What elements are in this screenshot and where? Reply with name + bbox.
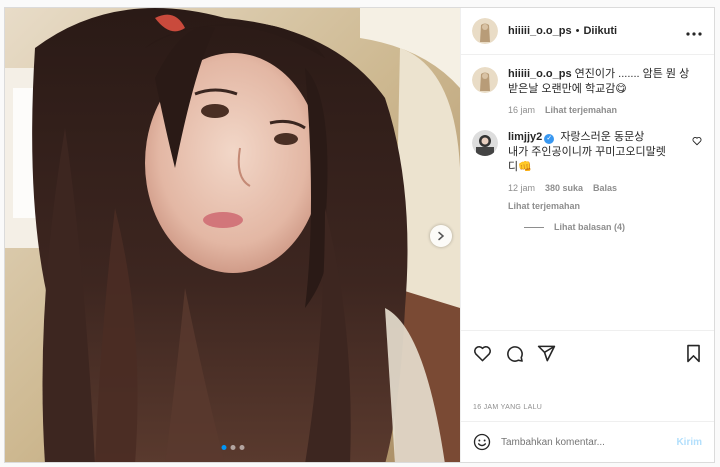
post-header: hiiiii_o.o_ps • Diikuti	[461, 8, 714, 55]
post-modal: hiiiii_o.o_ps • Diikuti hiiiii_o.o_ps 연진…	[4, 7, 715, 463]
chevron-right-icon	[436, 231, 446, 241]
reply-button[interactable]: Balas	[593, 181, 617, 196]
avatar[interactable]	[472, 130, 498, 156]
comment-likes[interactable]: 380 suka	[545, 181, 583, 196]
comment-time[interactable]: 12 jam	[508, 181, 535, 196]
view-replies-label: Lihat balasan (4)	[554, 222, 626, 232]
caption-time[interactable]: 16 jam	[508, 103, 535, 118]
see-translation-link[interactable]: Lihat terjemahan	[545, 103, 617, 118]
comment-text-line: 내가 주인공이니까 꾸미고오디말렛	[508, 146, 666, 158]
slide-dot	[230, 445, 235, 450]
header-separator: •	[575, 25, 580, 37]
more-horizontal-icon	[686, 32, 702, 36]
heart-outline-icon	[692, 136, 702, 146]
comment-item: limjjy2 ✓ 자랑스러운 동문상 내가 주인공이니까 꾸미고오디말렛 디👊 …	[472, 130, 702, 214]
emoji-icon	[473, 433, 491, 451]
comment-text-line: 자랑스러운 동문상	[560, 131, 645, 143]
slide-dot	[221, 445, 226, 450]
emoji-button[interactable]	[473, 433, 491, 451]
caption-meta: 16 jam Lihat terjemahan	[508, 103, 702, 118]
post-photo	[5, 8, 460, 462]
comments-list: hiiiii_o.o_ps 연진이가 ....... 암튼 뭔 상 받은날 오랜…	[461, 55, 714, 330]
next-slide-button[interactable]	[430, 225, 452, 247]
like-button[interactable]	[473, 344, 492, 363]
comment-text-line: 디👊	[508, 161, 532, 173]
send-comment-button[interactable]: Kirim	[676, 437, 702, 448]
view-replies-button[interactable]: Lihat balasan (4)	[524, 222, 702, 232]
comment-body: limjjy2 ✓ 자랑스러운 동문상 내가 주인공이니까 꾸미고오디말렛 디👊 …	[508, 130, 702, 214]
see-translation-link[interactable]: Lihat terjemahan	[508, 199, 580, 214]
caption-username[interactable]: hiiiii_o.o_ps	[508, 68, 572, 80]
slide-indicator	[221, 445, 244, 450]
comment-username[interactable]: limjjy2	[508, 131, 542, 143]
add-comment-bar: Kirim	[461, 421, 714, 462]
caption-body: hiiiii_o.o_ps 연진이가 ....... 암튼 뭔 상 받은날 오랜…	[508, 67, 702, 118]
share-button[interactable]	[537, 344, 556, 363]
slide-dot	[239, 445, 244, 450]
comment-meta: 12 jam 380 suka Balas	[508, 181, 702, 196]
caption: hiiiii_o.o_ps 연진이가 ....... 암튼 뭔 상 받은날 오랜…	[472, 67, 702, 118]
comment-input[interactable]	[501, 436, 677, 448]
post-actions	[461, 330, 714, 376]
verified-badge-icon: ✓	[544, 134, 555, 144]
caption-text-line: 연진이가 ....... 암튼 뭔 상	[574, 68, 690, 80]
comment-icon	[505, 344, 524, 363]
comment-button[interactable]	[505, 344, 524, 363]
avatar[interactable]	[472, 67, 498, 93]
caption-text-line: 받은날 오랜만에 학교감😋	[508, 83, 627, 95]
save-button[interactable]	[685, 344, 702, 363]
avatar[interactable]	[472, 18, 498, 44]
post-author-username[interactable]: hiiiii_o.o_ps	[508, 25, 572, 37]
post-media[interactable]	[5, 8, 460, 462]
like-comment-button[interactable]	[692, 133, 702, 151]
comment-meta-translate: Lihat terjemahan	[508, 199, 702, 214]
view-replies-line	[524, 226, 544, 228]
more-options-button[interactable]	[686, 23, 702, 39]
following-status[interactable]: Diikuti	[583, 25, 617, 37]
post-side-panel: hiiiii_o.o_ps • Diikuti hiiiii_o.o_ps 연진…	[460, 8, 714, 462]
send-icon	[537, 344, 556, 363]
post-time[interactable]: 16 JAM YANG LALU	[461, 404, 714, 421]
heart-icon	[473, 344, 492, 363]
bookmark-icon	[685, 344, 702, 363]
